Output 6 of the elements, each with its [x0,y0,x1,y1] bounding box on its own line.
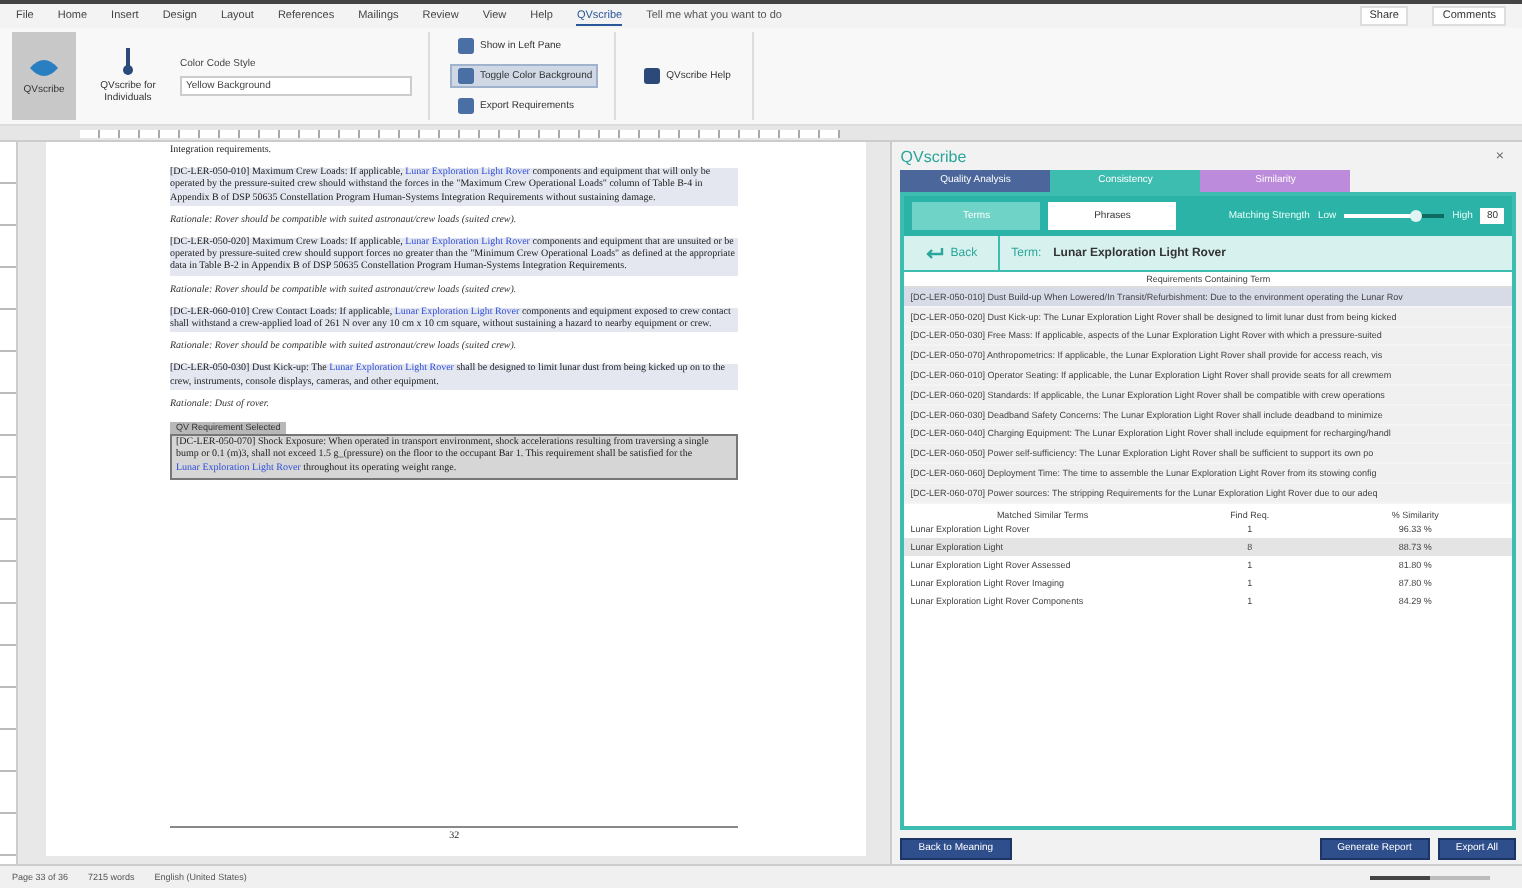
panel-title: QVscribe [900,147,967,165]
help-icon [642,66,663,86]
slider-thumb[interactable] [1410,210,1423,222]
thermometer-icon [122,48,134,76]
back-arrow-icon [924,246,945,260]
eye-logo-icon [28,56,60,80]
